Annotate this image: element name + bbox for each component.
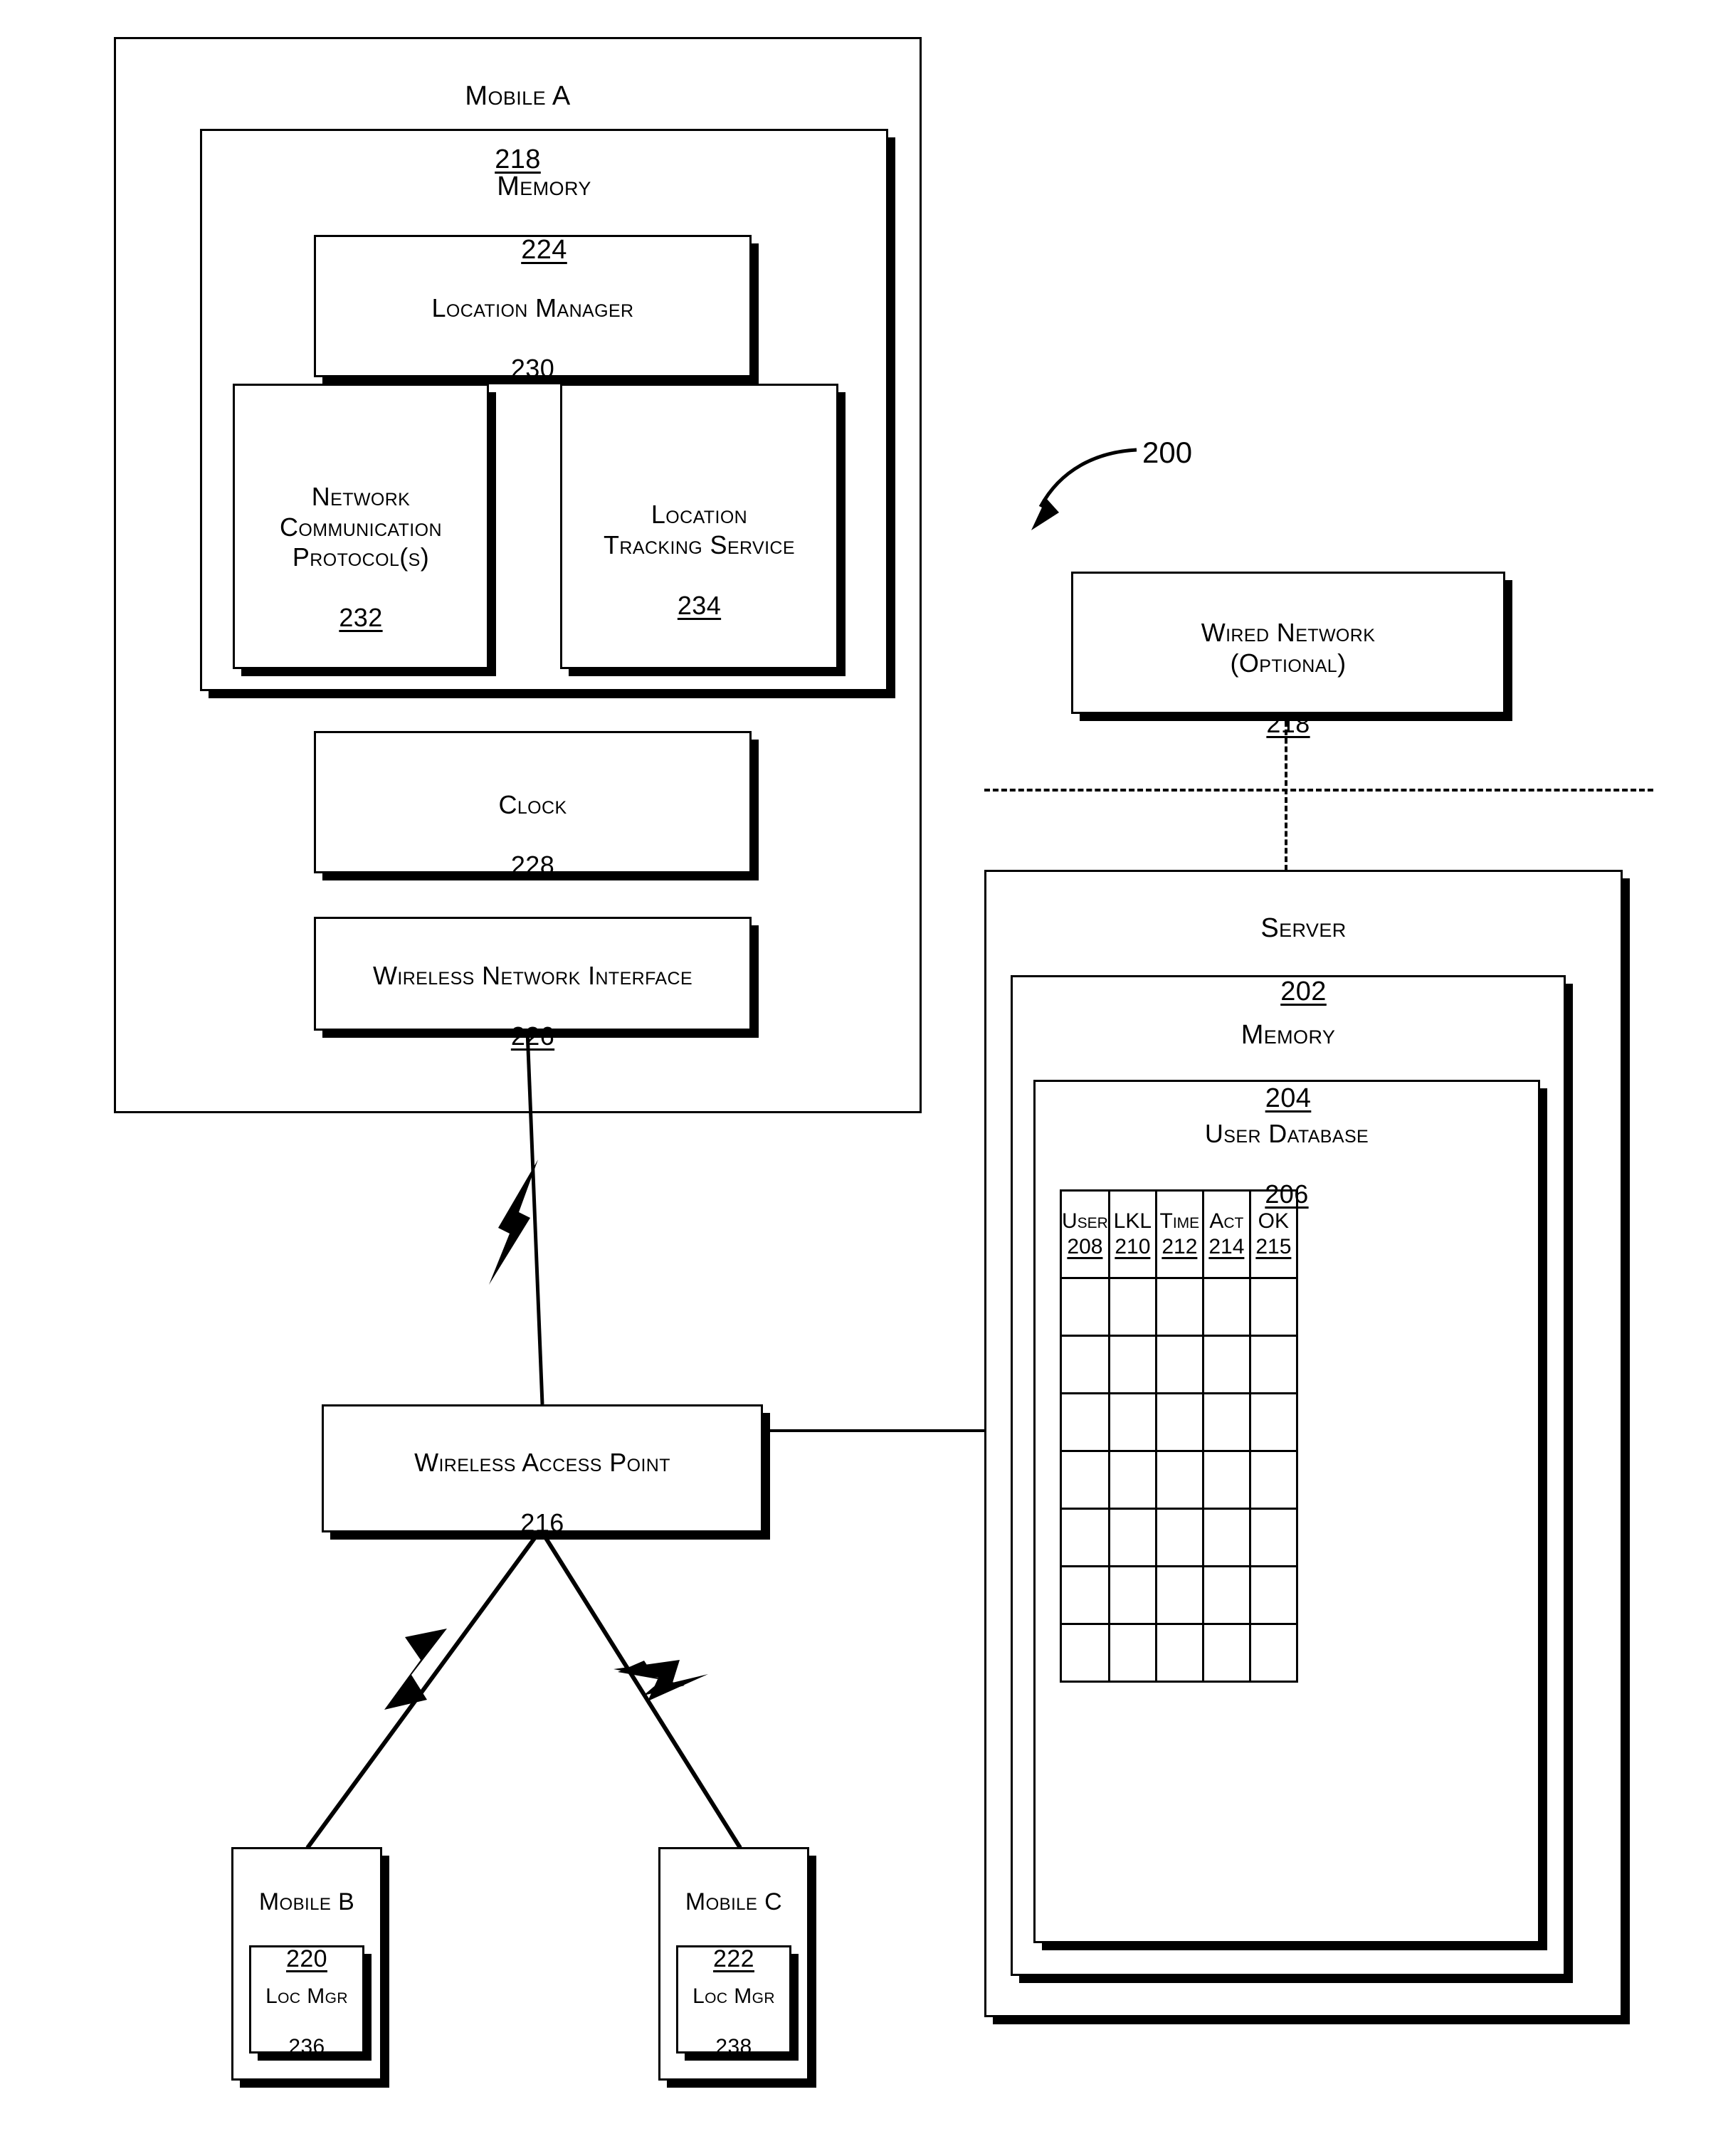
user-database-empty-cell	[1201, 1392, 1251, 1452]
clock-label: Clock 228	[498, 790, 567, 880]
user-database-empty-row	[1060, 1623, 1298, 1683]
network-protocols-label: Network Communication Protocol(s) 232	[280, 482, 442, 633]
user-database-empty-cell	[1060, 1335, 1110, 1394]
user-database-empty-cell	[1201, 1565, 1251, 1625]
user-database-empty-cell	[1154, 1335, 1204, 1394]
user-database-empty-cell	[1060, 1392, 1110, 1452]
wired-network-server-link	[1285, 721, 1287, 871]
column-reference-numeral: 215	[1255, 1235, 1292, 1258]
column-reference-numeral: 212	[1162, 1235, 1198, 1258]
user-database-empty-cell	[1201, 1508, 1251, 1567]
user-database-empty-cell	[1107, 1392, 1157, 1452]
wireless-network-interface-label: Wireless Network Interface 226	[372, 961, 693, 1051]
user-database-empty-row	[1060, 1277, 1298, 1337]
column-label: Time	[1159, 1209, 1200, 1233]
user-database-empty-cell	[1154, 1623, 1204, 1683]
column-label: Act	[1209, 1209, 1244, 1233]
user-database-table: User 208 LKL 210 Time 212 Act 214 OK 215	[1060, 1189, 1298, 1683]
user-database-empty-cell	[1107, 1335, 1157, 1394]
user-database-empty-cell	[1248, 1565, 1298, 1625]
user-database-table-body: User 208 LKL 210 Time 212 Act 214 OK 215	[1060, 1189, 1298, 1683]
wap-mobile-b-wireless-link	[305, 1531, 541, 1849]
user-database-empty-cell	[1248, 1450, 1298, 1510]
patent-figure-canvas: Mobile A 218 Memory 224 Location Manager…	[0, 0, 1733, 2156]
user-database-empty-row	[1060, 1450, 1298, 1510]
user-database-empty-row	[1060, 1392, 1298, 1452]
user-database-empty-row	[1060, 1335, 1298, 1394]
mobile-c-loc-mgr-label: Loc Mgr 238	[692, 1984, 775, 2059]
column-label: OK	[1258, 1209, 1290, 1233]
user-database-empty-cell	[1107, 1565, 1157, 1625]
user-database-empty-cell	[1107, 1277, 1157, 1337]
user-database-empty-cell	[1154, 1277, 1204, 1337]
user-database-empty-cell	[1248, 1392, 1298, 1452]
user-database-empty-cell	[1107, 1508, 1157, 1567]
user-database-empty-cell	[1060, 1277, 1110, 1337]
user-database-empty-cell	[1060, 1450, 1110, 1510]
column-label: LKL	[1113, 1209, 1152, 1233]
user-database-empty-cell	[1201, 1277, 1251, 1337]
user-database-empty-cell	[1248, 1335, 1298, 1394]
column-label: User	[1062, 1209, 1108, 1233]
user-database-empty-cell	[1248, 1623, 1298, 1683]
wireless-access-point-label: Wireless Access Point 216	[414, 1448, 670, 1538]
wap-server-link	[763, 1429, 986, 1432]
user-database-empty-cell	[1154, 1450, 1204, 1510]
column-reference-numeral: 208	[1067, 1235, 1103, 1258]
figure-reference-200: 200	[1142, 436, 1193, 469]
mobile-b-loc-mgr-label: Loc Mgr 236	[265, 1984, 348, 2059]
network-bus-dashed-line	[984, 789, 1653, 792]
user-database-empty-cell	[1201, 1450, 1251, 1510]
user-database-empty-cell	[1201, 1335, 1251, 1394]
user-database-empty-cell	[1154, 1565, 1204, 1625]
user-database-empty-cell	[1201, 1623, 1251, 1683]
mobile-c-label: Mobile C 222	[685, 1888, 783, 1973]
user-database-empty-row	[1060, 1508, 1298, 1567]
user-database-empty-cell	[1154, 1392, 1204, 1452]
user-database-empty-cell	[1248, 1508, 1298, 1567]
location-manager-label: Location Manager 230	[431, 293, 634, 384]
mobile-b-label: Mobile B 220	[258, 1888, 355, 1973]
mobile-a-memory-title: Memory 224	[497, 171, 591, 265]
user-database-empty-cell	[1107, 1450, 1157, 1510]
user-database-empty-cell	[1060, 1623, 1110, 1683]
column-reference-numeral: 214	[1208, 1235, 1245, 1258]
user-database-empty-row	[1060, 1565, 1298, 1625]
reference-200-leader	[1031, 448, 1137, 530]
location-tracking-service-label: Location Tracking Service 234	[604, 500, 795, 620]
user-database-empty-cell	[1154, 1508, 1204, 1567]
column-reference-numeral: 210	[1115, 1235, 1151, 1258]
wired-network-label: Wired Network (Optional) 218	[1201, 618, 1376, 738]
user-database-empty-cell	[1248, 1277, 1298, 1337]
wap-mobile-c-wireless-link	[540, 1531, 742, 1849]
user-database-title: User Database 206	[1204, 1119, 1369, 1209]
user-database-empty-cell	[1060, 1508, 1110, 1567]
user-database-empty-cell	[1107, 1623, 1157, 1683]
user-database-empty-cell	[1060, 1565, 1110, 1625]
